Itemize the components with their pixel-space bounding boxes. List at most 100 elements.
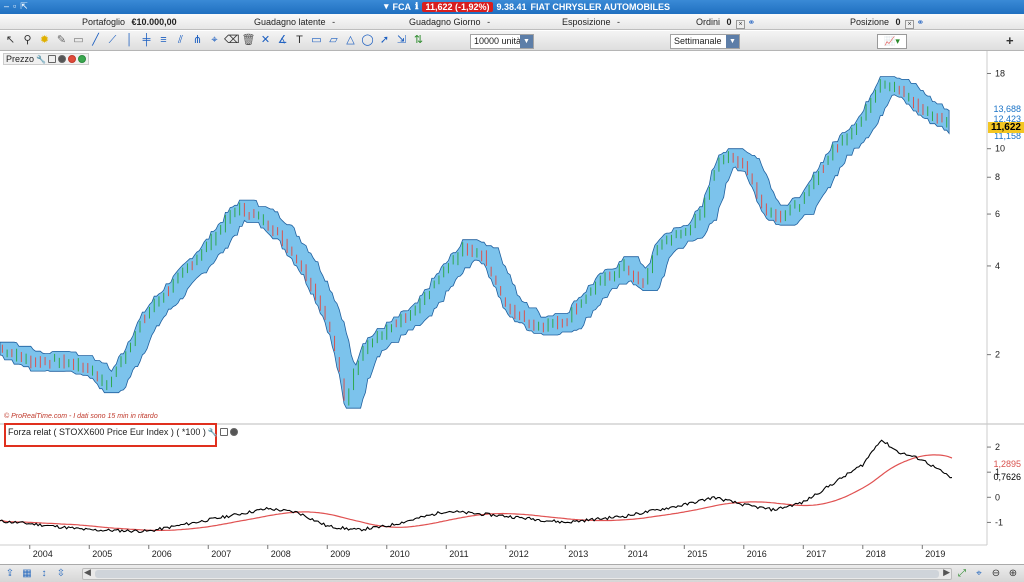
scroll-right-icon[interactable]: ▶ bbox=[943, 567, 950, 578]
ray-line-icon[interactable]: ⟋ bbox=[105, 33, 120, 48]
fibonacci-icon[interactable]: ≡ bbox=[156, 33, 171, 48]
share-icon[interactable]: ⇪ bbox=[3, 567, 17, 581]
cross-line-icon[interactable]: ✕ bbox=[258, 33, 273, 48]
drawing-tools: ↖ ⚲ ✹ ✎ ▭ ╱ ⟋ │ ╪ ≡ ⫽ ⋔ ⌖ ⌫ 🗑 ✕ ∡ T ▭ ▱ … bbox=[3, 33, 426, 48]
eraser-icon[interactable]: ⌫ bbox=[224, 33, 240, 48]
relative-strength-chart bbox=[0, 439, 953, 533]
detach-icon[interactable]: ⇱ bbox=[20, 1, 28, 12]
time-axis-label: 2015 bbox=[687, 549, 707, 559]
ruler-icon[interactable]: ▭ bbox=[71, 33, 86, 48]
window-icon[interactable] bbox=[219, 428, 228, 436]
window-controls: – ▫ ⇱ bbox=[4, 1, 28, 12]
time-label: 9.38.41 bbox=[496, 1, 527, 12]
lightbulb-icon[interactable]: ✹ bbox=[37, 33, 52, 48]
layout-icon[interactable]: ▦ bbox=[20, 567, 34, 581]
ordini-info: Ordini 0 × ⚭ bbox=[696, 17, 755, 29]
posizione-clear-icon[interactable]: × bbox=[905, 20, 915, 29]
ordini-label: Ordini bbox=[696, 17, 721, 27]
time-axis-label: 2010 bbox=[390, 549, 410, 559]
time-axis-label: 2006 bbox=[152, 549, 172, 559]
guadagno-giorno-label: Guadagno Giorno bbox=[409, 17, 481, 27]
guadagno-giorno-value: - bbox=[487, 17, 491, 27]
horizontal-line-icon[interactable]: ╪ bbox=[139, 33, 154, 48]
bottom-left-tools: ⇪ ▦ ↕ ⇳ bbox=[3, 567, 68, 581]
gann-icon[interactable]: ⌖ bbox=[207, 33, 222, 48]
settings-icon[interactable] bbox=[229, 428, 238, 436]
add-panel-icon[interactable]: + bbox=[1006, 33, 1014, 48]
time-scrollbar[interactable]: ◀ ▶ bbox=[82, 567, 952, 580]
dropdown-icon[interactable]: ▾ bbox=[384, 1, 389, 12]
ordini-link-icon[interactable]: ⚭ bbox=[748, 17, 756, 27]
chevron-down-icon: ▼ bbox=[726, 35, 739, 48]
wrench-icon[interactable]: 🔧 bbox=[208, 428, 218, 437]
esposizione-label: Esposizione bbox=[562, 17, 611, 27]
rs-axis-label: 0 bbox=[995, 492, 1000, 502]
vertical-line-icon[interactable]: │ bbox=[122, 33, 137, 48]
buy-sell-icon[interactable]: ⇅ bbox=[411, 33, 426, 48]
indicator-panel-header: Forza relat ( STOXX600 Price Eur Index )… bbox=[8, 427, 238, 437]
time-axis-label: 2011 bbox=[449, 549, 468, 559]
price-band bbox=[0, 76, 950, 409]
guadagno-giorno-info: Guadagno Giorno - bbox=[409, 17, 490, 27]
scale-icon[interactable]: ⇳ bbox=[54, 567, 68, 581]
pencil-icon[interactable]: ✎ bbox=[54, 33, 69, 48]
trash-icon[interactable]: 🗑 bbox=[241, 33, 256, 48]
minimize-icon[interactable]: – bbox=[4, 1, 9, 12]
scroll-left-icon[interactable]: ◀ bbox=[84, 567, 91, 578]
measure-icon[interactable]: ⇲ bbox=[394, 33, 409, 48]
quantity-select[interactable]: 10000 unità ▼ bbox=[470, 34, 534, 49]
posizione-label: Posizione bbox=[850, 17, 890, 27]
shape-icon[interactable]: ▱ bbox=[326, 33, 341, 48]
time-axis-label: 2008 bbox=[271, 549, 291, 559]
indicator-label-highlight: Forza relat ( STOXX600 Price Eur Index )… bbox=[4, 423, 238, 447]
rs-value-tag: 0,7626 bbox=[993, 472, 1021, 482]
zoom-in-icon[interactable]: ⊕ bbox=[1006, 567, 1020, 581]
price-axis-label: 10 bbox=[995, 144, 1005, 154]
time-axis-label: 2012 bbox=[509, 549, 529, 559]
angle-icon[interactable]: ∡ bbox=[275, 33, 290, 48]
relative-strength-axis: 210-1 bbox=[987, 442, 1003, 527]
pitchfork-icon[interactable]: ⋔ bbox=[190, 33, 205, 48]
data-delay-notice: © ProRealTime.com - I dati sono 15 min i… bbox=[4, 413, 158, 420]
zoom-out-icon[interactable]: ⊖ bbox=[989, 567, 1003, 581]
price-axis-label: 4 bbox=[995, 261, 1000, 271]
time-axis-label: 2005 bbox=[92, 549, 112, 559]
ordini-value: 0 bbox=[726, 17, 732, 27]
text-icon[interactable]: T bbox=[292, 33, 307, 48]
zoom-icon[interactable]: ⚲ bbox=[20, 33, 35, 48]
drawing-toolbar: ↖ ⚲ ✹ ✎ ▭ ╱ ⟋ │ ╪ ≡ ⫽ ⋔ ⌖ ⌫ 🗑 ✕ ∡ T ▭ ▱ … bbox=[0, 31, 1024, 51]
time-axis-label: 2009 bbox=[330, 549, 350, 559]
price-tag: 13,688 bbox=[993, 104, 1021, 114]
trend-line-icon[interactable]: ╱ bbox=[88, 33, 103, 48]
pointer-icon[interactable]: ↖ bbox=[3, 33, 18, 48]
time-axis-label: 2007 bbox=[211, 549, 231, 559]
rs-line bbox=[0, 439, 953, 533]
arrow-icon[interactable]: ➚ bbox=[377, 33, 392, 48]
portafoglio-label: Portafoglio bbox=[82, 17, 126, 27]
restore-icon[interactable]: ▫ bbox=[13, 1, 16, 12]
price-chart[interactable]: 18108642 210-1 2004 2005 2006 2007 2008 2009 2… bbox=[0, 51, 1024, 582]
channel-icon[interactable]: ⫽ bbox=[173, 33, 188, 48]
bottom-bar: ⇪ ▦ ↕ ⇳ ◀ ▶ ⤢ ⌖ ⊖ ⊕ bbox=[0, 564, 1024, 582]
scroll-thumb[interactable] bbox=[95, 570, 939, 578]
portafoglio-info: Portafoglio €10.000,00 bbox=[82, 17, 177, 27]
rectangle-icon[interactable]: ▭ bbox=[309, 33, 324, 48]
price-band-area bbox=[0, 76, 950, 409]
posizione-link-icon[interactable]: ⚭ bbox=[917, 17, 925, 27]
rs-moving-average bbox=[0, 454, 953, 531]
cursor-sync-icon[interactable]: ↕ bbox=[37, 567, 51, 581]
price-change-badge: 11,622 (-1,92%) bbox=[422, 1, 493, 12]
triangle-icon[interactable]: △ bbox=[343, 33, 358, 48]
bottom-right-tools: ⤢ ⌖ ⊖ ⊕ bbox=[955, 567, 1020, 581]
cursor-icon[interactable]: ⌖ bbox=[972, 567, 986, 581]
info-icon[interactable]: ℹ bbox=[415, 1, 418, 12]
indicator-panel-label: Forza relat ( STOXX600 Price Eur Index )… bbox=[8, 427, 206, 437]
ellipse-icon[interactable]: ◯ bbox=[360, 33, 375, 48]
ordini-clear-icon[interactable]: × bbox=[736, 20, 746, 29]
price-axis-label: 6 bbox=[995, 209, 1000, 219]
zoom-fit-icon[interactable]: ⤢ bbox=[955, 567, 969, 581]
timeframe-select[interactable]: Settimanale ▼ bbox=[670, 34, 740, 49]
chevron-down-icon: ▼ bbox=[520, 35, 533, 48]
chart-style-button[interactable]: 📈▾ bbox=[877, 34, 907, 49]
rs-axis-label: 2 bbox=[995, 442, 1000, 452]
